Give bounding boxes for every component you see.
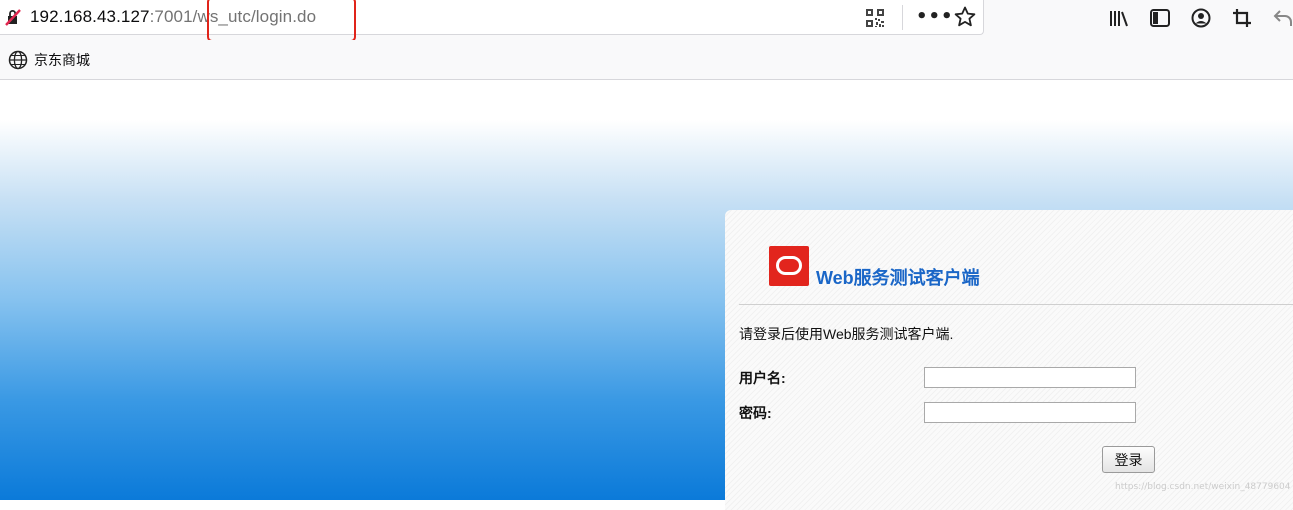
bookmark-label: 京东商城 — [34, 53, 90, 69]
qr-code-icon[interactable] — [864, 7, 886, 29]
crop-screenshot-icon[interactable] — [1231, 7, 1253, 29]
globe-icon — [8, 50, 28, 70]
password-label: 密码: — [739, 405, 772, 421]
intro-text: 请登录后使用Web服务测试客户端. — [739, 326, 954, 342]
username-label: 用户名: — [739, 370, 786, 386]
login-button[interactable]: 登录 — [1102, 446, 1155, 473]
page-content: Web服务测试客户端 请登录后使用Web服务测试客户端. 用户名: 密码: 登录… — [0, 80, 1293, 510]
toolbar-separator — [902, 5, 903, 30]
insecure-connection-icon[interactable] — [4, 8, 22, 26]
address-bar[interactable]: 192.168.43.127:7001/ws_utc/login.do ••• — [0, 0, 984, 35]
bookmark-item[interactable]: 京东商城 — [8, 50, 90, 70]
sidebar-icon[interactable] — [1149, 7, 1171, 29]
more-actions-icon[interactable]: ••• — [916, 6, 953, 28]
logo-ring — [776, 256, 802, 275]
bookmarks-bar: 京东商城 — [0, 40, 1293, 80]
undo-arrow-icon[interactable] — [1272, 7, 1293, 29]
oracle-logo-icon — [769, 246, 809, 286]
library-icon[interactable] — [1108, 7, 1130, 29]
header-divider — [739, 304, 1293, 305]
url-highlight-box — [207, 0, 356, 42]
username-input[interactable] — [924, 367, 1136, 388]
brand-title: Web服务测试客户端 — [816, 268, 980, 288]
url-host: 192.168.43.127 — [30, 7, 150, 26]
watermark: https://blog.csdn.net/weixin_48779604 — [1115, 482, 1291, 492]
browser-toolbar: 192.168.43.127:7001/ws_utc/login.do ••• — [0, 0, 1293, 42]
login-panel: Web服务测试客户端 请登录后使用Web服务测试客户端. 用户名: 密码: 登录… — [725, 210, 1293, 510]
password-input[interactable] — [924, 402, 1136, 423]
bookmark-star-icon[interactable] — [953, 5, 977, 29]
account-icon[interactable] — [1190, 7, 1212, 29]
